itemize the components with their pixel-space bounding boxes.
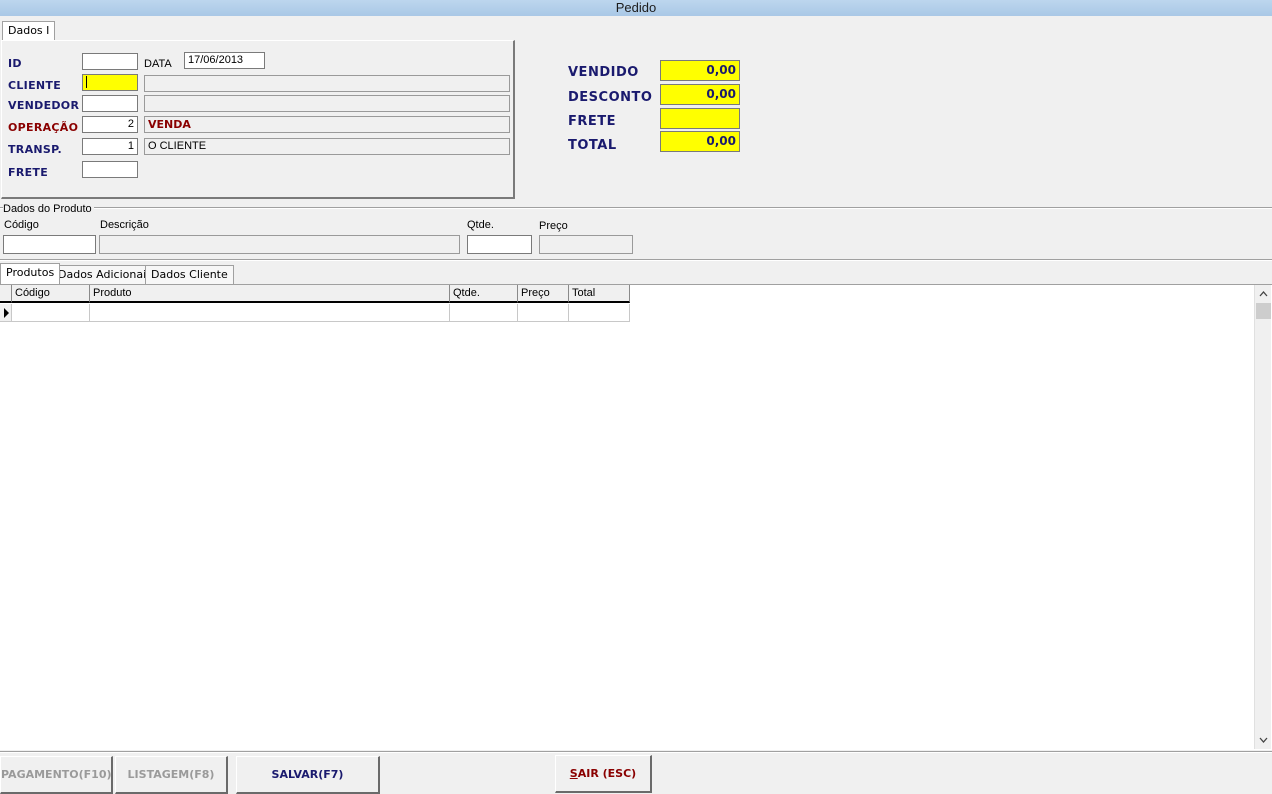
grid-header-codigo[interactable]: Código [12, 285, 90, 303]
id-label: ID [8, 57, 22, 70]
grid-cell-qtde[interactable] [450, 304, 518, 322]
sair-button[interactable]: SAIR (ESC) [555, 755, 652, 793]
cliente-label: CLIENTE [8, 79, 62, 92]
id-field[interactable] [82, 53, 138, 70]
window-title: Pedido [0, 0, 1272, 16]
frete-label: FRETE [8, 166, 49, 179]
grid-header-total[interactable]: Total [569, 285, 630, 303]
sair-label: AIR (ESC) [577, 767, 637, 780]
vendedor-label: VENDEDOR [8, 99, 80, 112]
grid-header-preco[interactable]: Preço [518, 285, 569, 303]
grid-indicator-header [0, 285, 12, 303]
scrollbar-thumb[interactable] [1256, 303, 1271, 319]
chevron-up-icon[interactable] [1255, 287, 1272, 301]
descricao-label: Descrição [100, 219, 149, 231]
produto-descricao-field [99, 235, 460, 254]
codigo-label: Código [4, 219, 39, 231]
tab-dados-i[interactable]: Dados I [2, 21, 56, 40]
produto-codigo-field[interactable] [3, 235, 96, 254]
frete-total-value[interactable] [660, 108, 740, 129]
chevron-down-icon[interactable] [1255, 733, 1272, 747]
qtde-label: Qtde. [467, 219, 494, 231]
produto-group-label: Dados do Produto [3, 203, 94, 215]
total-label: TOTAL [568, 138, 617, 153]
transp-code-field[interactable]: 1 [82, 138, 138, 155]
frete-field[interactable] [82, 161, 138, 178]
separator-top [0, 207, 1272, 209]
total-value: 0,00 [660, 131, 740, 152]
tab-dados-cliente[interactable]: Dados Cliente [145, 265, 234, 284]
salvar-button[interactable]: SALVAR(F7) [236, 756, 380, 794]
data-label: DATA [144, 58, 172, 70]
tab-dados-adicionais[interactable]: Dados Adicionais [52, 265, 158, 284]
preco-label: Preço [539, 220, 568, 232]
listagem-button[interactable]: LISTAGEM(F8) [115, 756, 228, 794]
transp-name-field: O CLIENTE [144, 138, 510, 155]
produto-preco-field [539, 235, 633, 254]
grid-scrollbar[interactable] [1254, 285, 1271, 749]
separator-mid [0, 259, 1272, 261]
sair-hotkey: S [569, 767, 578, 780]
frete-total-label: FRETE [568, 114, 617, 129]
operacao-label: OPERAÇÃO [8, 121, 79, 134]
desconto-value[interactable]: 0,00 [660, 84, 740, 105]
produto-qtde-field[interactable] [467, 235, 532, 254]
pagamento-button[interactable]: PAGAMENTO(F10) [0, 756, 113, 794]
grid-header-produto[interactable]: Produto [90, 285, 450, 303]
grid-cell-total[interactable] [569, 304, 630, 322]
cliente-name-field [144, 75, 510, 92]
desconto-label: DESCONTO [568, 90, 653, 105]
vendido-label: VENDIDO [568, 65, 639, 80]
transp-label: TRANSP. [8, 143, 62, 156]
grid-cell-produto[interactable] [90, 304, 450, 322]
tab-produtos[interactable]: Produtos [0, 263, 61, 284]
data-field[interactable]: 17/06/2013 [184, 52, 265, 69]
grid-header-qtde[interactable]: Qtde. [450, 285, 518, 303]
separator-bottom [0, 751, 1272, 753]
row-pointer-icon [4, 308, 9, 318]
cliente-code-field[interactable] [82, 74, 138, 91]
vendido-value: 0,00 [660, 60, 740, 81]
grid-cell-preco[interactable] [518, 304, 569, 322]
vendedor-name-field [144, 95, 510, 112]
produtos-grid[interactable] [0, 284, 1272, 750]
grid-cell-codigo[interactable] [12, 304, 90, 322]
operacao-code-field[interactable]: 2 [82, 116, 138, 133]
operacao-name-field: VENDA [144, 116, 510, 133]
text-cursor [86, 76, 87, 89]
vendedor-code-field[interactable] [82, 95, 138, 112]
grid-row-indicator[interactable] [0, 304, 12, 322]
